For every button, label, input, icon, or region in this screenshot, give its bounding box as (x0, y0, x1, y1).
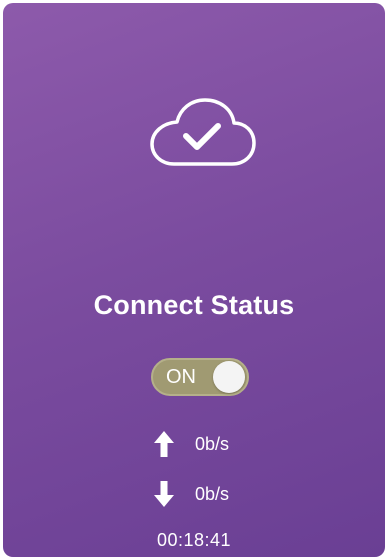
download-rate: 0b/s (195, 483, 230, 504)
arrow-up-icon (154, 431, 174, 457)
arrow-down-icon (154, 481, 174, 507)
toggle-knob[interactable] (213, 361, 245, 393)
toggle-state-label: ON (166, 366, 196, 388)
connect-status-card: Connect Status ON 0b/s 0b/s 00:18:41 (3, 3, 385, 557)
download-rate-row: 0b/s (153, 479, 229, 509)
upload-rate: 0b/s (195, 433, 230, 454)
connection-toggle[interactable]: ON (151, 358, 249, 396)
connect-status-title: Connect Status (93, 290, 295, 320)
connection-timer: 00:18:41 (156, 530, 232, 550)
upload-rate-row: 0b/s (153, 429, 229, 459)
cloud-check-icon (150, 98, 256, 166)
